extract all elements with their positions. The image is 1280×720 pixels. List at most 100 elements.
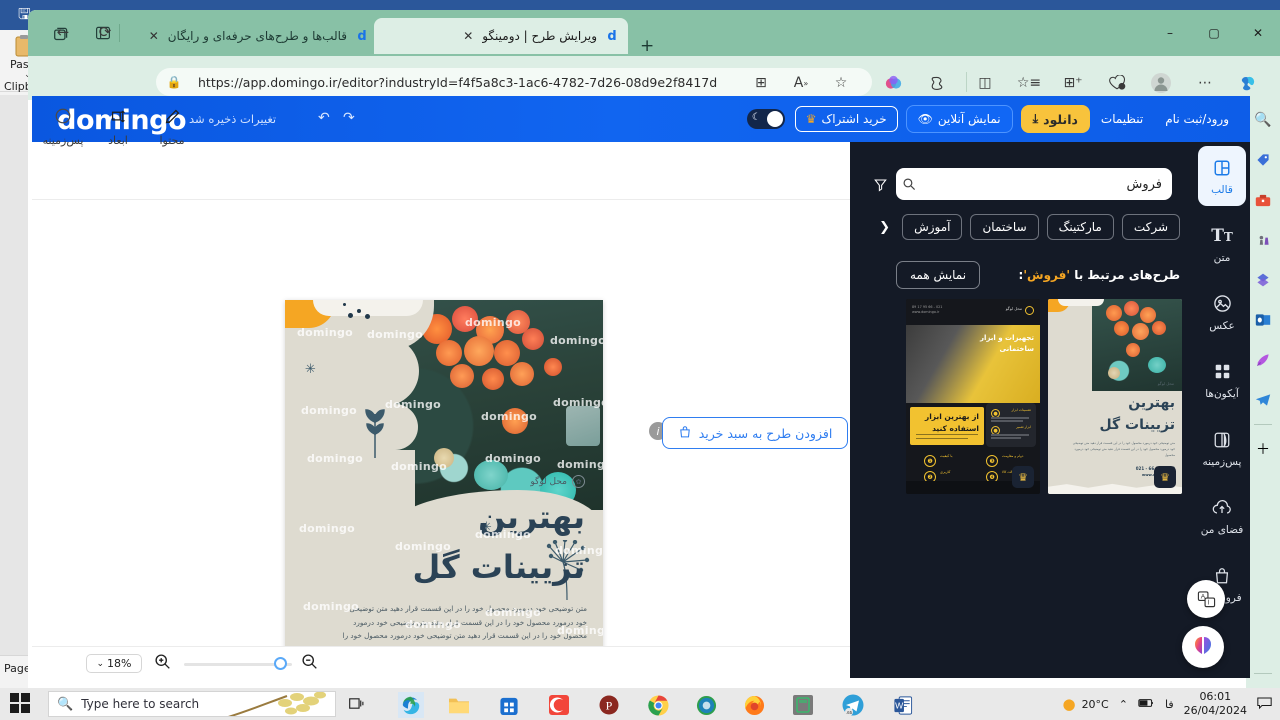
add-to-cart-button[interactable]: افزودن طرح به سبد خرید bbox=[662, 417, 848, 449]
template-thumbnail-construction[interactable]: محل لوگو 021 - 66 95 17 89 www.domingo.ir… bbox=[906, 299, 1040, 494]
search-icon[interactable] bbox=[896, 177, 922, 191]
template-thumbnails: بهترین تزیینات گل متن توضیحی خود درمورد … bbox=[904, 299, 1182, 494]
zoom-level-dropdown[interactable]: ⌄ 18% bbox=[86, 654, 142, 673]
search-input[interactable]: فروش bbox=[922, 177, 1172, 192]
zoom-slider-knob[interactable] bbox=[274, 657, 287, 670]
premium-badge[interactable]: ♛ bbox=[1154, 466, 1176, 488]
tool-background[interactable]: پس‌زمینه bbox=[35, 104, 91, 147]
split-screen-icon[interactable]: ⊞ bbox=[750, 72, 772, 94]
file-explorer-icon[interactable] bbox=[446, 692, 472, 718]
chrome-icon[interactable] bbox=[645, 692, 671, 718]
microsoft-store-icon[interactable] bbox=[496, 692, 522, 718]
close-button[interactable]: ✕ bbox=[1236, 11, 1280, 55]
minimize-button[interactable]: – bbox=[1148, 11, 1192, 55]
filter-icon[interactable] bbox=[868, 168, 892, 200]
notification-icon[interactable] bbox=[1257, 696, 1272, 713]
login-link[interactable]: ورود/ثبت نام bbox=[1165, 112, 1229, 126]
refresh-button[interactable]: ⟳ bbox=[94, 21, 116, 43]
favorite-star-icon[interactable]: ☆ bbox=[830, 72, 852, 94]
chip-construction[interactable]: ساختمان bbox=[970, 214, 1039, 240]
template-thumbnail-flower[interactable]: بهترین تزیینات گل متن توضیحی خود درمورد … bbox=[1048, 299, 1182, 494]
rail-item-background[interactable]: پس‌زمینه bbox=[1194, 414, 1250, 482]
undo-icon[interactable]: ↶ bbox=[318, 110, 330, 126]
redo-icon[interactable]: ↷ bbox=[343, 110, 355, 126]
language-indicator[interactable]: فا bbox=[1165, 698, 1174, 711]
clock[interactable]: 06:01 26/04/2024 bbox=[1184, 690, 1247, 718]
chip-education[interactable]: آموزش bbox=[902, 214, 963, 240]
edge-icon[interactable] bbox=[398, 692, 424, 718]
tool-dimensions[interactable]: ابعاد bbox=[90, 104, 146, 147]
rail-label: عکس bbox=[1209, 319, 1235, 332]
telegram-icon[interactable]: .65 bbox=[840, 692, 866, 718]
tag-icon[interactable] bbox=[1246, 140, 1280, 180]
chip-company[interactable]: شرکت bbox=[1121, 214, 1180, 240]
browser-tab-2[interactable]: d ویرایش طرح | دومینگو ✕ bbox=[374, 18, 628, 54]
tool-content[interactable]: محتوا bbox=[144, 104, 200, 147]
tab-title: ویرایش طرح | دومینگو bbox=[482, 29, 597, 43]
favorites-icon[interactable]: ☆≡ bbox=[1017, 72, 1041, 94]
rail-item-template[interactable]: قالب bbox=[1198, 146, 1246, 206]
outlook-icon[interactable] bbox=[1246, 300, 1280, 340]
watermark: domingo bbox=[557, 624, 603, 637]
collections-icon[interactable]: ⊞⁺ bbox=[1062, 72, 1084, 94]
weather-widget[interactable]: ● 20°C bbox=[1062, 695, 1108, 713]
premium-badge[interactable]: ♛ bbox=[1012, 466, 1034, 488]
download-button[interactable]: دانلود ⤓ bbox=[1020, 105, 1090, 133]
back-button[interactable]: ← bbox=[52, 21, 74, 43]
browser-tab-1[interactable]: d قالب‌ها و طرح‌های حرفه‌ای و رایگان ✕ bbox=[132, 18, 378, 54]
close-icon[interactable]: ✕ bbox=[461, 29, 475, 43]
profile-avatar[interactable] bbox=[1150, 72, 1172, 94]
windows-icon[interactable] bbox=[10, 693, 32, 715]
add-icon[interactable]: ＋ bbox=[1246, 429, 1280, 469]
more-options-icon[interactable]: ⋯ bbox=[1194, 72, 1216, 94]
copilot-sidebar-icon[interactable] bbox=[1236, 72, 1258, 94]
poster-logo-placeholder[interactable]: ✿ محل لوگو bbox=[530, 475, 585, 488]
settings-gear-icon[interactable]: ⚙ bbox=[1246, 678, 1280, 688]
toolbox-icon[interactable] bbox=[1246, 180, 1280, 220]
copilot-icon[interactable] bbox=[1182, 626, 1224, 668]
rail-item-my-space[interactable]: فضای من bbox=[1194, 482, 1250, 550]
games-icon[interactable] bbox=[1246, 220, 1280, 260]
taskbar-search-box[interactable]: 🔍 Type here to search bbox=[48, 691, 336, 717]
chip-marketing[interactable]: مارکتینگ bbox=[1046, 214, 1114, 240]
task-view-icon[interactable] bbox=[348, 696, 365, 715]
poster-design[interactable]: ✳ ✳ ✳ bbox=[285, 300, 603, 646]
dark-mode-toggle[interactable]: ☾ bbox=[746, 109, 785, 129]
poster-body-text[interactable]: متن توضیحی خود درمورد محصول خود را در ای… bbox=[337, 602, 587, 646]
online-preview-button[interactable]: نمایش آنلاین 👁 bbox=[905, 105, 1013, 133]
calculator-icon[interactable] bbox=[790, 692, 816, 718]
battery-icon[interactable] bbox=[1138, 697, 1155, 712]
rail-item-image[interactable]: عکس bbox=[1194, 278, 1250, 346]
rail-item-text[interactable]: TT متن bbox=[1194, 210, 1250, 278]
zoom-out-button[interactable] bbox=[301, 653, 318, 674]
translate-icon[interactable]: A ا bbox=[1187, 580, 1225, 618]
close-icon[interactable]: ✕ bbox=[147, 29, 161, 43]
weather-temp: 20°C bbox=[1081, 697, 1109, 711]
maximize-button[interactable]: ▢ bbox=[1192, 11, 1236, 55]
copilot-icon[interactable] bbox=[882, 72, 904, 94]
template-search-box[interactable]: فروش bbox=[896, 168, 1172, 200]
read-aloud-icon[interactable]: A» bbox=[790, 72, 812, 94]
settings-link[interactable]: تنظیمات bbox=[1101, 112, 1143, 126]
rail-item-icons[interactable]: آیکون‌ها bbox=[1194, 346, 1250, 414]
buy-subscription-button[interactable]: خرید اشتراک ♛ bbox=[794, 106, 898, 132]
image-creator-icon[interactable] bbox=[1246, 340, 1280, 380]
office-icon[interactable] bbox=[1246, 260, 1280, 300]
chevron-left-icon[interactable]: ❮ bbox=[875, 220, 894, 235]
zoom-in-button[interactable] bbox=[154, 653, 171, 674]
word-icon[interactable]: W bbox=[890, 692, 916, 718]
thumb-feature-title-1: تضمینات ابزار bbox=[1011, 408, 1031, 412]
telegram-icon[interactable] bbox=[1246, 380, 1280, 420]
browser-health-icon[interactable] bbox=[1106, 72, 1128, 94]
camtasia-icon[interactable] bbox=[546, 692, 572, 718]
firefox-icon[interactable] bbox=[741, 692, 767, 718]
canvas-area[interactable]: i افزودن طرح به سبد خرید ✳ ✳ ✿ محل لوگو … bbox=[32, 200, 850, 646]
split-pane-icon[interactable]: ◫ bbox=[974, 72, 996, 94]
photoscape-icon[interactable]: P bbox=[596, 692, 622, 718]
new-tab-button[interactable]: + bbox=[640, 36, 654, 56]
search-icon[interactable]: 🔍 bbox=[1246, 100, 1280, 140]
show-all-button[interactable]: نمایش همه bbox=[896, 261, 981, 289]
photoshop-icon[interactable] bbox=[693, 692, 719, 718]
show-hidden-icons[interactable]: ⌃ bbox=[1119, 698, 1128, 711]
browser-essentials-icon[interactable] bbox=[926, 72, 948, 94]
